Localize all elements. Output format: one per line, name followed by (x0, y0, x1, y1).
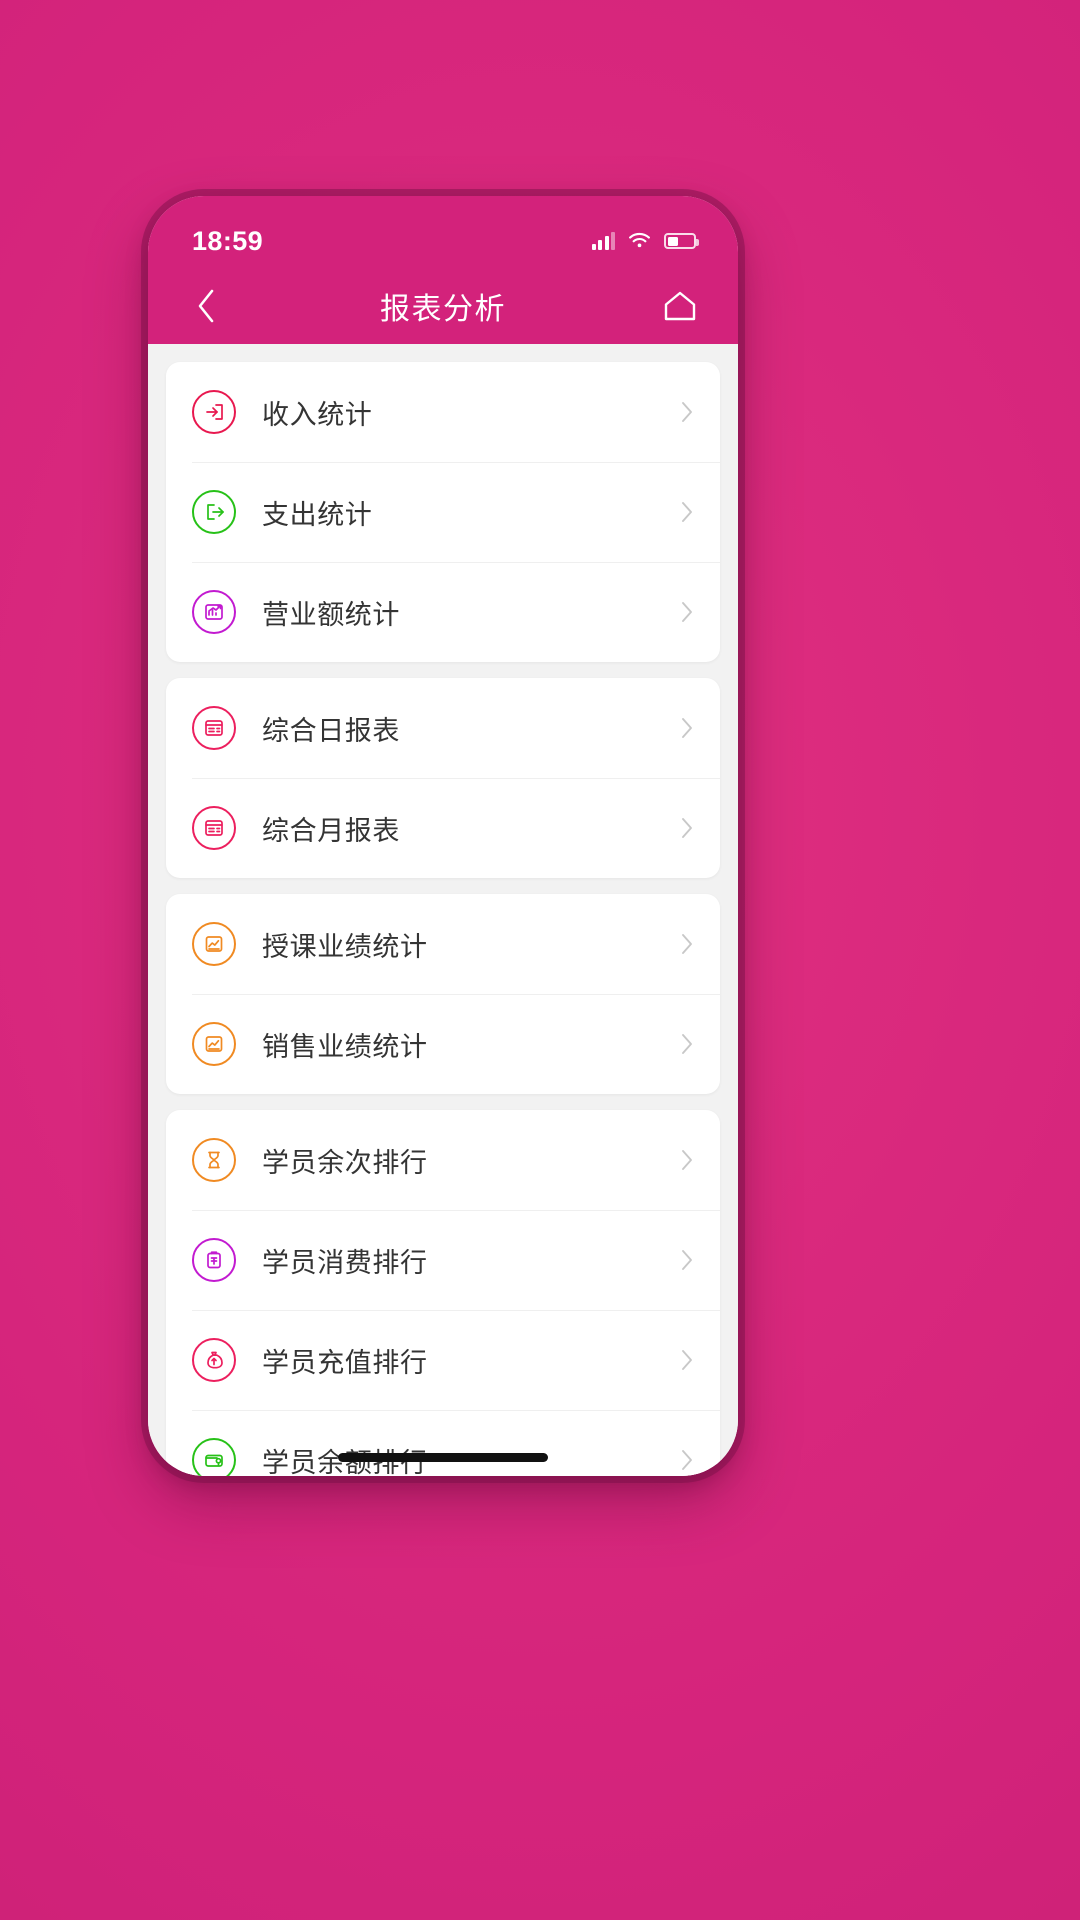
list-item[interactable]: 销售业绩统计 (166, 994, 720, 1094)
daily-report-icon (192, 706, 236, 750)
chevron-right-icon (681, 818, 692, 838)
chevron-right-icon (681, 934, 692, 954)
list-item-chevron (676, 933, 698, 955)
chevron-right-icon (681, 502, 692, 522)
list-item-chevron (676, 1033, 698, 1055)
wifi-icon (629, 232, 650, 248)
phone-device-frame: 18:59 报表分析 收入统计 支出统计 营业额统计 综合日报表 综合月报表 授… (148, 196, 738, 1476)
list-item-label: 学员充值排行 (262, 1347, 428, 1379)
phone-screen: 18:59 报表分析 收入统计 支出统计 营业额统计 综合日报表 综合月报表 授… (148, 196, 738, 1476)
list-item-chevron (676, 501, 698, 523)
list-item-label: 综合日报表 (262, 715, 400, 747)
statistics-group: 收入统计支出统计营业额统计 (166, 362, 720, 662)
list-item-chevron (676, 1149, 698, 1171)
turnover-chart-icon (192, 590, 236, 634)
chevron-right-icon (681, 1350, 692, 1370)
chevron-right-icon (681, 1450, 692, 1470)
navigation-bar: 报表分析 (148, 268, 738, 344)
wallet-balance-icon (192, 1438, 236, 1476)
chevron-right-icon (681, 1150, 692, 1170)
list-item-chevron (676, 717, 698, 739)
list-item[interactable]: 学员余次排行 (166, 1110, 720, 1210)
list-item[interactable]: 学员余额排行 (166, 1410, 720, 1476)
student-ranking-group: 学员余次排行学员消费排行学员充值排行学员余额排行学员积分排行 (166, 1110, 720, 1476)
list-item-label: 收入统计 (262, 399, 373, 431)
list-item[interactable]: 综合月报表 (166, 778, 720, 878)
chevron-right-icon (681, 718, 692, 738)
list-item-label: 营业额统计 (262, 599, 400, 631)
list-item-chevron (676, 601, 698, 623)
back-button[interactable] (182, 282, 230, 330)
clipboard-consumption-icon (192, 1238, 236, 1282)
hourglass-remaining-sessions-icon (192, 1138, 236, 1182)
list-item-chevron (676, 1349, 698, 1371)
list-item-label: 销售业绩统计 (262, 1031, 428, 1063)
list-item-label: 综合月报表 (262, 815, 400, 847)
list-item[interactable]: 收入统计 (166, 362, 720, 462)
list-item[interactable]: 授课业绩统计 (166, 894, 720, 994)
list-item[interactable]: 学员消费排行 (166, 1210, 720, 1310)
list-item[interactable]: 营业额统计 (166, 562, 720, 662)
list-item[interactable]: 学员充值排行 (166, 1310, 720, 1410)
sales-performance-icon (192, 1022, 236, 1066)
performance-group: 授课业绩统计 销售业绩统计 (166, 894, 720, 1094)
chevron-left-icon (198, 289, 214, 323)
list-item[interactable]: 支出统计 (166, 462, 720, 562)
list-item-label: 学员余次排行 (262, 1147, 428, 1179)
chevron-right-icon (681, 402, 692, 422)
home-button[interactable] (656, 282, 704, 330)
status-bar: 18:59 (148, 196, 738, 268)
reports-group: 综合日报表综合月报表 (166, 678, 720, 878)
list-item-label: 学员消费排行 (262, 1247, 428, 1279)
money-bag-recharge-icon (192, 1338, 236, 1382)
home-icon (664, 291, 696, 321)
home-indicator-bar (338, 1453, 548, 1462)
income-arrow-in-icon (192, 390, 236, 434)
list-item[interactable]: 综合日报表 (166, 678, 720, 778)
monthly-report-icon (192, 806, 236, 850)
chevron-right-icon (681, 1250, 692, 1270)
report-list-container[interactable]: 收入统计 支出统计 营业额统计 综合日报表 综合月报表 授课业绩统计 销售业绩统计 学员余次排… (148, 344, 738, 1476)
list-item-chevron (676, 817, 698, 839)
chevron-right-icon (681, 602, 692, 622)
list-item-chevron (676, 1449, 698, 1471)
status-bar-icons (591, 232, 699, 250)
teaching-performance-icon (192, 922, 236, 966)
expense-arrow-out-icon (192, 490, 236, 534)
battery-icon (664, 233, 699, 249)
status-bar-time: 18:59 (192, 225, 264, 256)
list-item-label: 支出统计 (262, 499, 373, 531)
list-item-chevron (676, 401, 698, 423)
chevron-right-icon (681, 1034, 692, 1054)
page-title: 报表分析 (380, 293, 506, 326)
cellular-signal-icon (591, 232, 615, 250)
list-item-label: 授课业绩统计 (262, 931, 428, 963)
list-item-chevron (676, 1249, 698, 1271)
